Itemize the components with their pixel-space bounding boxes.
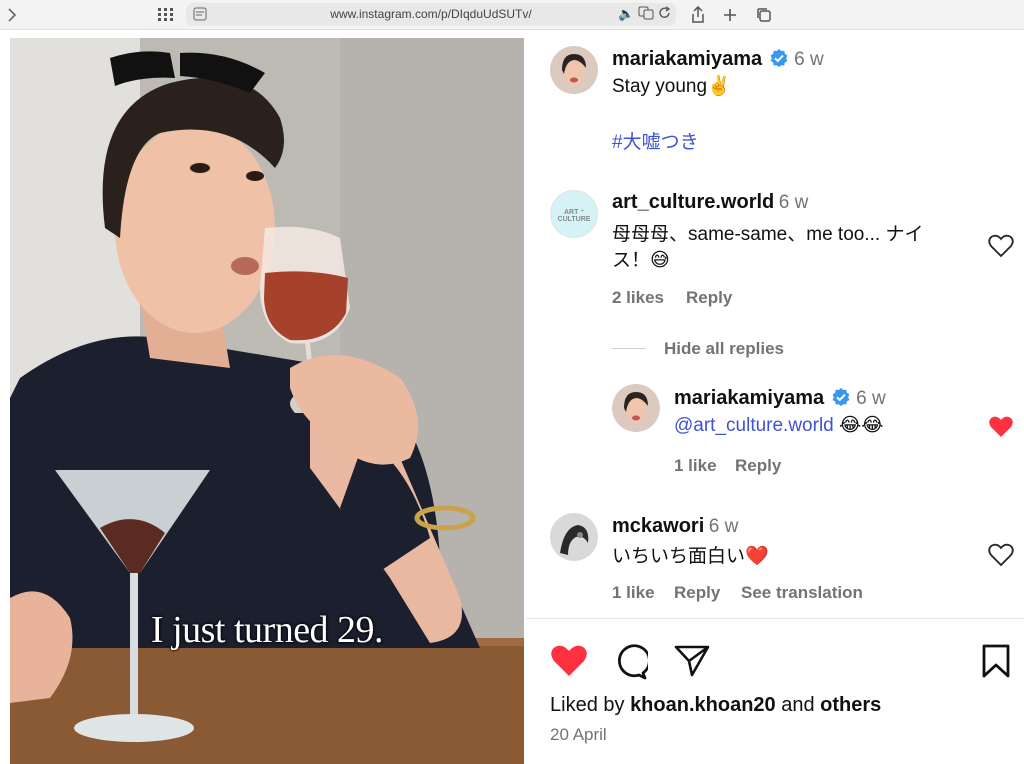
post-hashtag-link[interactable]: #大嘘つき [612,127,699,154]
post-sidebar: mariakamiyama 6 w Stay young✌️ #大嘘つき ART … [526,38,1024,764]
audio-icon[interactable]: 🔈 [618,6,634,22]
liked-by-user-link[interactable]: khoan.khoan20 [630,694,776,716]
hide-all-replies-button[interactable]: Hide all replies [664,339,784,359]
reply-likes[interactable]: 1 like [674,456,717,476]
post-media[interactable]: I just turned 29. [10,38,524,764]
tabs-overview-icon[interactable] [754,5,774,25]
reply-liked-heart-icon[interactable] [988,415,1014,439]
actions-divider [526,618,1024,619]
like-heart-icon[interactable] [550,644,588,678]
comment-3-time[interactable]: 6 w [709,516,739,537]
post-caption: Stay young✌️ [612,76,731,97]
comment-3-text: いちいち面白い❤️ [612,546,769,567]
avatar-mariakamiyama[interactable] [550,46,598,94]
save-bookmark-icon[interactable] [981,644,1011,678]
new-tab-icon[interactable] [720,5,740,25]
liked-by-prefix: Liked by [550,694,625,716]
verified-badge-icon [832,388,850,406]
avatar-mariakamiyama-reply[interactable] [612,384,660,432]
reply-time[interactable]: 6 w [856,388,886,409]
comment-1-text-line2: ス！😅 [612,250,670,271]
post-time[interactable]: 6 w [794,49,824,70]
comment-bubble-icon[interactable] [612,644,648,680]
avatar-mckawori[interactable] [550,513,598,561]
comment-3-username[interactable]: mckawori [612,515,704,537]
comment-3-likes[interactable]: 1 like [612,583,655,603]
comment-1-reply-button[interactable]: Reply [686,288,732,308]
comment-1-time[interactable]: 6 w [779,192,809,213]
liked-by-and: and [781,694,815,716]
post-date[interactable]: 20 April [550,725,607,745]
verified-badge-icon [770,49,788,67]
grid-icon[interactable] [156,5,176,25]
see-translation-button[interactable]: See translation [741,583,863,603]
reply-header: mariakamiyama 6 w [674,387,886,410]
avatar-art-culture-world[interactable]: ART ⁺ CULTURE [550,190,598,238]
comment-3-reply-button[interactable]: Reply [674,583,720,603]
reload-icon[interactable] [658,6,672,23]
art-culture-logo-text: ART ⁺ CULTURE [557,209,591,223]
liked-by-others-link[interactable]: others [820,694,881,716]
reply-reply-button[interactable]: Reply [735,456,781,476]
reply-emoji: 😂😂 [839,415,884,436]
comment-1-header: art_culture.world 6 w [612,191,808,214]
comment-1-text-line1: 母母母、same-same、me too... ナイ [612,224,924,245]
comment-1-like-heart-icon[interactable] [988,234,1014,258]
share-icon[interactable] [688,5,708,25]
comment-3-like-heart-icon[interactable] [988,543,1014,567]
replies-divider [612,348,646,349]
liked-by-row: Liked by khoan.khoan20 and others [550,694,881,717]
reply-text-row: @art_culture.world 😂😂 [674,414,883,437]
browser-toolbar: www.instagram.com/p/DIqduUdSUTv/ 🔈 [0,0,1024,30]
post-photo [10,38,524,764]
comment-1-username[interactable]: art_culture.world [612,191,774,213]
video-caption-overlay: I just turned 29. [150,609,384,651]
chevron-right-icon[interactable] [2,5,22,25]
post-author-row: mariakamiyama 6 w [612,48,824,71]
comment-3-header: mckawori 6 w [612,515,738,538]
address-bar[interactable]: www.instagram.com/p/DIqduUdSUTv/ 🔈 [186,3,676,26]
translate-icon[interactable] [638,6,654,23]
url-text[interactable]: www.instagram.com/p/DIqduUdSUTv/ [186,7,676,21]
reply-mention-link[interactable]: @art_culture.world [674,415,834,436]
post-author-username[interactable]: mariakamiyama [612,48,762,70]
share-send-icon[interactable] [674,644,710,678]
reply-username[interactable]: mariakamiyama [674,387,824,409]
comment-1-likes[interactable]: 2 likes [612,288,664,308]
